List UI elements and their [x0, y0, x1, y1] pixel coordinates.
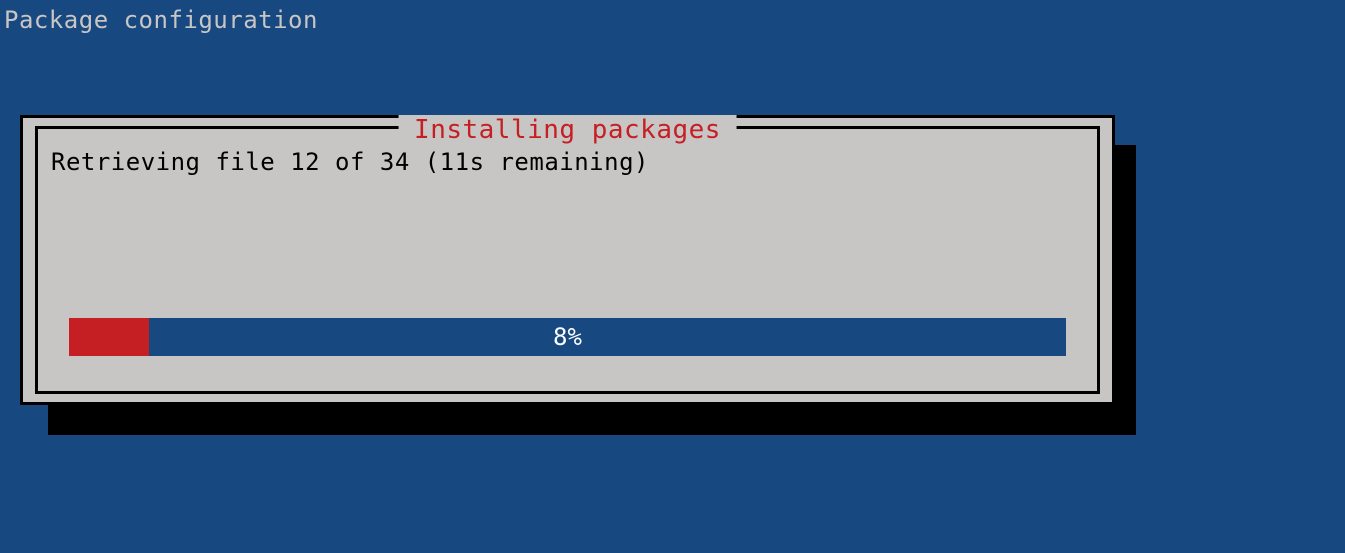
dialog-box: Installing packages Retrieving file 12 o… — [20, 115, 1115, 405]
dialog-content: Retrieving file 12 of 34 (11s remaining)… — [51, 136, 1084, 384]
progress-label: 8% — [69, 318, 1066, 356]
page-title: Package configuration — [0, 0, 1345, 40]
status-text: Retrieving file 12 of 34 (11s remaining) — [51, 148, 1084, 176]
dialog-title: Installing packages — [398, 115, 737, 145]
progress-bar: 8% — [69, 318, 1066, 356]
